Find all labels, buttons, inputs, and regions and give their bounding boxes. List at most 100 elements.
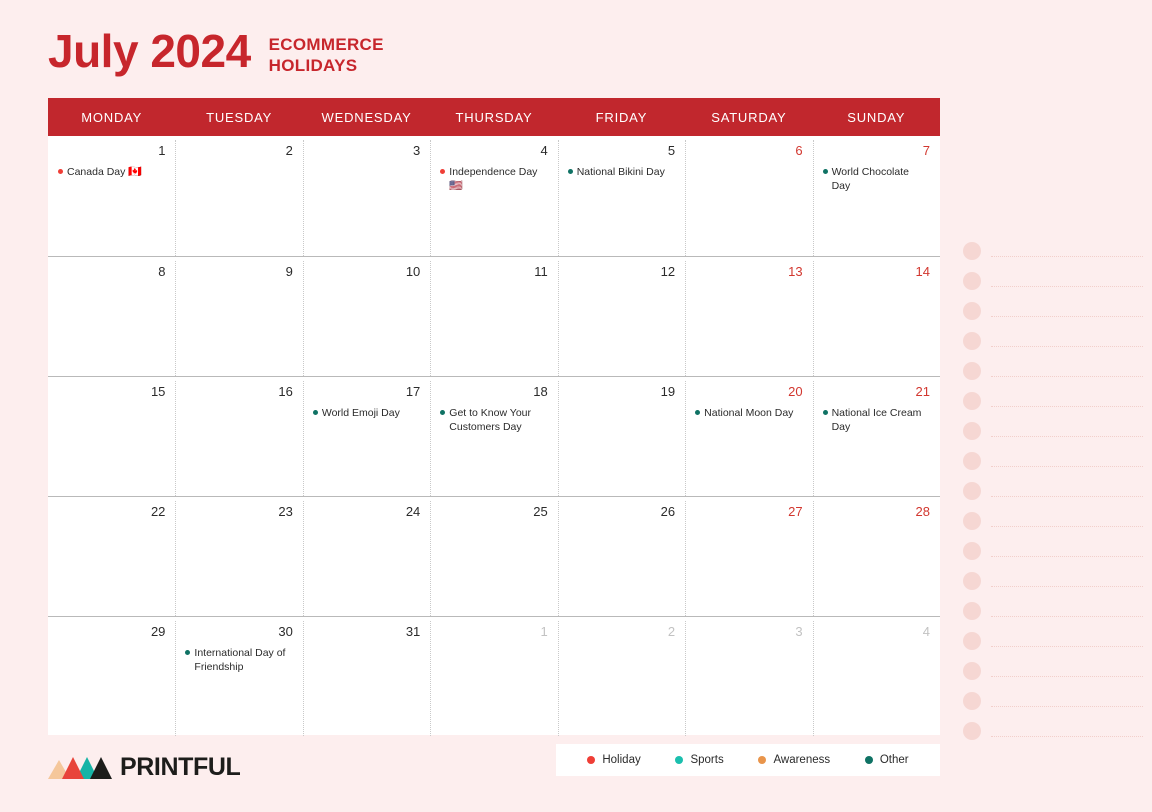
calendar-day-cell[interactable]: 19 — [557, 377, 685, 496]
calendar-day-cell[interactable]: 10 — [302, 257, 430, 376]
checklist-circle-icon[interactable] — [963, 362, 981, 380]
calendar-event[interactable]: Independence Day 🇺🇸 — [440, 165, 547, 194]
calendar-day-cell[interactable]: 23 — [175, 497, 302, 616]
checklist-row[interactable] — [963, 266, 1143, 296]
calendar-day-cell[interactable]: 24 — [302, 497, 430, 616]
calendar-day-cell[interactable]: 30 International Day of Friendship — [175, 617, 302, 736]
calendar-day-cell[interactable]: 17 World Emoji Day — [302, 377, 430, 496]
calendar-day-cell[interactable]: 13 — [685, 257, 812, 376]
calendar-day-cell[interactable]: 3 — [302, 136, 430, 256]
logo-triangle-red — [62, 756, 84, 779]
checklist-row[interactable] — [963, 596, 1143, 626]
calendar-event[interactable]: Get to Know Your Customers Day — [440, 406, 547, 434]
checklist-row[interactable] — [963, 626, 1143, 656]
checklist-circle-icon[interactable] — [963, 632, 981, 650]
page-header: July 2024 ECOMMERCE HOLIDAYS — [48, 28, 384, 77]
checklist-row[interactable] — [963, 506, 1143, 536]
day-number: 13 — [788, 264, 803, 279]
calendar-day-cell[interactable]: 15 — [48, 377, 175, 496]
day-number: 10 — [405, 264, 421, 279]
calendar-day-cell[interactable]: 4 Independence Day 🇺🇸 — [430, 136, 557, 256]
calendar-day-cell[interactable]: 11 — [430, 257, 557, 376]
checklist-writing-line — [991, 375, 1143, 377]
checklist-writing-line — [991, 705, 1143, 707]
checklist-row[interactable] — [963, 566, 1143, 596]
checklist-row[interactable] — [963, 446, 1143, 476]
calendar-day-cell[interactable]: 20 National Moon Day — [685, 377, 812, 496]
checklist-writing-line — [991, 675, 1143, 677]
checklist-row[interactable] — [963, 356, 1143, 386]
calendar-day-cell[interactable]: 31 — [302, 617, 430, 736]
calendar-day-cell[interactable]: 28 — [812, 497, 940, 616]
checklist-circle-icon[interactable] — [963, 692, 981, 710]
calendar-day-cell[interactable]: 6 — [685, 136, 812, 256]
calendar-day-cell[interactable]: 3 — [685, 617, 812, 736]
checklist-row[interactable] — [963, 656, 1143, 686]
calendar-day-cell[interactable]: 14 — [812, 257, 940, 376]
calendar-day-cell[interactable]: 1 Canada Day 🇨🇦 — [48, 136, 175, 256]
calendar-event[interactable]: National Ice Cream Day — [822, 406, 930, 434]
checklist-circle-icon[interactable] — [963, 512, 981, 530]
checklist-circle-icon[interactable] — [963, 272, 981, 290]
legend-item-awareness: Awareness — [758, 754, 830, 766]
checklist-circle-icon[interactable] — [963, 242, 981, 260]
checklist-circle-icon[interactable] — [963, 452, 981, 470]
calendar-day-cell[interactable]: 7 World Chocolate Day — [812, 136, 940, 256]
checklist-circle-icon[interactable] — [963, 602, 981, 620]
event-category-dot-icon — [822, 169, 828, 174]
checklist-circle-icon[interactable] — [963, 662, 981, 680]
calendar-day-cell[interactable]: 29 — [48, 617, 175, 736]
calendar-event[interactable]: International Day of Friendship — [185, 646, 292, 674]
calendar-day-cell[interactable]: 1 — [430, 617, 557, 736]
calendar-day-cell[interactable]: 22 — [48, 497, 175, 616]
checklist-row[interactable] — [963, 536, 1143, 566]
calendar-event[interactable]: National Moon Day — [695, 406, 802, 420]
calendar-day-cell[interactable]: 21 National Ice Cream Day — [812, 377, 940, 496]
checklist-writing-line — [991, 255, 1143, 257]
checklist-row[interactable] — [963, 326, 1143, 356]
calendar-day-cell[interactable]: 12 — [557, 257, 685, 376]
calendar-event[interactable]: World Chocolate Day — [822, 165, 930, 193]
checklist-row[interactable] — [963, 296, 1143, 326]
day-number: 18 — [533, 384, 548, 399]
checklist-row[interactable] — [963, 386, 1143, 416]
checklist-circle-icon[interactable] — [963, 572, 981, 590]
calendar-day-cell[interactable]: 2 — [557, 617, 685, 736]
event-label-text: Independence Day — [449, 166, 538, 178]
calendar-day-cell[interactable]: 9 — [175, 257, 302, 376]
checklist-row[interactable] — [963, 476, 1143, 506]
calendar-day-cell[interactable]: 26 — [557, 497, 685, 616]
event-category-dot-icon — [567, 169, 573, 174]
checklist-circle-icon[interactable] — [963, 392, 981, 410]
checklist-row[interactable] — [963, 416, 1143, 446]
legend-label: Other — [879, 754, 909, 766]
calendar-day-cell[interactable]: 5 National Bikini Day — [557, 136, 685, 256]
calendar-week-row: 29 30 International Day of Friendship 31 1 2 3… — [48, 616, 940, 736]
calendar-day-cell[interactable]: 4 — [812, 617, 940, 736]
checklist-row[interactable] — [963, 236, 1143, 266]
legend-item-sports: Sports — [675, 754, 724, 766]
day-number: 27 — [788, 504, 803, 519]
event-category-dot-icon — [695, 410, 701, 415]
calendar-event[interactable]: World Emoji Day — [312, 406, 420, 420]
calendar-day-cell[interactable]: 25 — [430, 497, 557, 616]
calendar-event[interactable]: National Bikini Day — [567, 165, 675, 179]
checklist-circle-icon[interactable] — [963, 722, 981, 740]
checklist-circle-icon[interactable] — [963, 542, 981, 560]
calendar-day-cell[interactable]: 16 — [175, 377, 302, 496]
checklist-row[interactable] — [963, 686, 1143, 716]
checklist-circle-icon[interactable] — [963, 302, 981, 320]
calendar-day-cell[interactable]: 2 — [175, 136, 302, 256]
calendar-day-cell[interactable]: 18 Get to Know Your Customers Day — [430, 377, 557, 496]
event-label: World Chocolate Day — [831, 166, 909, 193]
checklist-row[interactable] — [963, 716, 1143, 746]
checklist-circle-icon[interactable] — [963, 482, 981, 500]
day-number: 3 — [795, 624, 803, 639]
calendar-day-cell[interactable]: 8 — [48, 257, 175, 376]
checklist-writing-line — [991, 435, 1143, 437]
day-number: 26 — [660, 504, 676, 519]
calendar-event[interactable]: Canada Day 🇨🇦 — [58, 165, 165, 180]
calendar-day-cell[interactable]: 27 — [685, 497, 812, 616]
checklist-circle-icon[interactable] — [963, 332, 981, 350]
checklist-circle-icon[interactable] — [963, 422, 981, 440]
